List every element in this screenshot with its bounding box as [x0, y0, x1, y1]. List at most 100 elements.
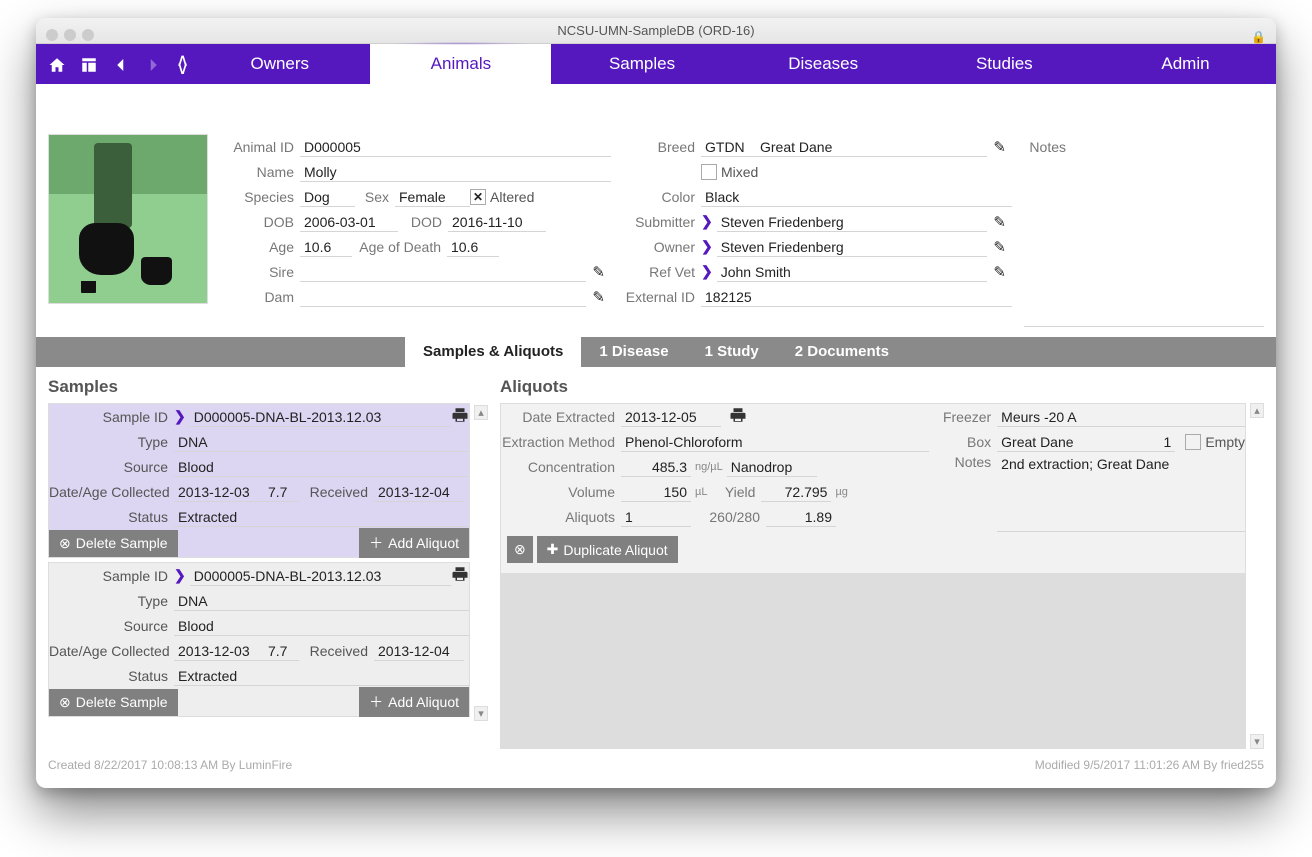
field-sire[interactable]: [300, 262, 586, 282]
nav-tab-admin[interactable]: Admin: [1095, 44, 1276, 84]
field-concentration[interactable]: 485.3: [621, 457, 691, 477]
field-sample-type[interactable]: DNA: [174, 591, 469, 611]
field-yield[interactable]: 72.795: [761, 482, 831, 502]
field-sample-received[interactable]: 2013-12-04: [374, 641, 464, 661]
subtab-1-study[interactable]: 1 Study: [687, 337, 777, 367]
home-icon[interactable]: [48, 54, 66, 75]
delete-aliquot-button[interactable]: ⊗: [507, 536, 533, 563]
nav-tab-studies[interactable]: Studies: [914, 44, 1095, 84]
field-freezer[interactable]: Meurs -20 A: [997, 407, 1245, 427]
print-icon[interactable]: [721, 406, 747, 427]
field-sample-source[interactable]: Blood: [174, 616, 469, 636]
field-aliquot-notes[interactable]: 2nd extraction; Great Dane: [997, 454, 1245, 532]
field-color[interactable]: Black: [701, 187, 1012, 207]
field-sample-type[interactable]: DNA: [174, 432, 469, 452]
delete-sample-button[interactable]: ⊗ Delete Sample: [49, 530, 178, 557]
animal-photo[interactable]: [48, 134, 208, 304]
field-age[interactable]: 10.6: [300, 237, 352, 257]
add-aliquot-button[interactable]: ＋ Add Aliquot: [359, 528, 469, 558]
field-submitter[interactable]: Steven Friedenberg: [717, 212, 988, 232]
field-sample-id[interactable]: D000005-DNA-BL-2013.12.03: [190, 566, 451, 586]
field-sample-id[interactable]: D000005-DNA-BL-2013.12.03: [190, 407, 451, 427]
chevron-right-icon[interactable]: ❯: [701, 213, 717, 230]
field-species[interactable]: Dog: [300, 187, 355, 207]
field-box-num[interactable]: 1: [1145, 432, 1175, 452]
chevron-right-icon[interactable]: ❯: [174, 567, 190, 584]
edit-icon[interactable]: ✎: [987, 138, 1012, 156]
field-externalid[interactable]: 182125: [701, 287, 1012, 307]
field-date-extracted[interactable]: 2013-12-05: [621, 407, 721, 427]
print-icon[interactable]: [451, 565, 469, 586]
nav-back-icon[interactable]: [112, 54, 130, 75]
field-volume[interactable]: 150: [621, 482, 691, 502]
nav-tab-samples[interactable]: Samples: [551, 44, 732, 84]
field-dod[interactable]: 2016-11-10: [448, 212, 546, 232]
field-breed-name[interactable]: Great Dane: [756, 137, 987, 157]
subtab-samples-aliquots[interactable]: Samples & Aliquots: [405, 337, 581, 367]
nav-tab-animals[interactable]: Animals: [370, 44, 551, 84]
aliquots-heading: Aliquots: [500, 377, 1264, 397]
field-ratio[interactable]: 1.89: [766, 507, 836, 527]
checkbox-mixed[interactable]: [701, 164, 717, 180]
chevron-right-icon[interactable]: ❯: [174, 408, 190, 425]
field-refvet[interactable]: John Smith: [717, 262, 988, 282]
window-title: NCSU-UMN-SampleDB (ORD-16): [557, 23, 754, 38]
label-yield: Yield: [711, 484, 761, 500]
layout-icon[interactable]: [80, 54, 98, 75]
chevron-right-icon[interactable]: ❯: [701, 263, 717, 280]
field-age-death[interactable]: 10.6: [447, 237, 499, 257]
main-navbar: ∧∨ OwnersAnimalsSamplesDiseasesStudiesAd…: [36, 44, 1276, 84]
nav-tab-diseases[interactable]: Diseases: [733, 44, 914, 84]
label-volume: Volume: [501, 484, 621, 500]
scroll-down-icon[interactable]: ▾: [474, 706, 488, 721]
field-animal-id[interactable]: D000005: [300, 137, 611, 157]
label-aliquots: Aliquots: [501, 509, 621, 525]
sub-tabs: Samples & Aliquots1 Disease1 Study2 Docu…: [36, 337, 1276, 367]
field-sample-received[interactable]: 2013-12-04: [374, 482, 464, 502]
plus-icon: ＋: [369, 533, 383, 553]
field-sample-collected[interactable]: 2013-12-03: [174, 641, 264, 661]
field-sex[interactable]: Female: [395, 187, 470, 207]
field-dob[interactable]: 2006-03-01: [300, 212, 398, 232]
scroll-up-icon[interactable]: ▴: [474, 405, 488, 420]
print-icon[interactable]: [451, 406, 469, 427]
edit-icon[interactable]: ✎: [987, 213, 1012, 231]
subtab-1-disease[interactable]: 1 Disease: [581, 337, 686, 367]
scroll-down-icon[interactable]: ▾: [1250, 734, 1264, 749]
duplicate-aliquot-button[interactable]: ✚Duplicate Aliquot: [537, 536, 678, 563]
label-concentration: Concentration: [501, 459, 621, 475]
scroll-up-icon[interactable]: ▴: [1250, 403, 1264, 418]
field-dam[interactable]: [300, 287, 586, 307]
field-sample-source[interactable]: Blood: [174, 457, 469, 477]
edit-icon[interactable]: ✎: [586, 288, 611, 306]
sample-card[interactable]: Sample ID❯D000005-DNA-BL-2013.12.03 Type…: [48, 562, 470, 717]
field-breed-code[interactable]: GTDN: [701, 137, 756, 157]
field-sample-status[interactable]: Extracted: [174, 507, 469, 527]
delete-sample-button[interactable]: ⊗ Delete Sample: [49, 689, 178, 716]
field-extraction-method[interactable]: Phenol-Chloroform: [621, 432, 929, 452]
checkbox-altered[interactable]: ✕: [470, 189, 486, 205]
edit-icon[interactable]: ✎: [586, 263, 611, 281]
add-aliquot-button[interactable]: ＋ Add Aliquot: [359, 687, 469, 717]
edit-icon[interactable]: ✎: [987, 238, 1012, 256]
field-sample-age[interactable]: 7.7: [264, 641, 299, 661]
nav-tab-owners[interactable]: Owners: [189, 44, 370, 84]
field-name[interactable]: Molly: [300, 162, 611, 182]
field-aliquots[interactable]: 1: [621, 507, 691, 527]
checkbox-empty[interactable]: [1185, 434, 1201, 450]
field-sample-status[interactable]: Extracted: [174, 666, 469, 686]
chevron-right-icon[interactable]: ❯: [701, 238, 717, 255]
field-box[interactable]: Great Dane: [997, 432, 1145, 452]
field-notes[interactable]: [1024, 159, 1264, 327]
close-circle-icon: ⊗: [59, 694, 71, 711]
field-sample-age[interactable]: 7.7: [264, 482, 299, 502]
field-owner[interactable]: Steven Friedenberg: [717, 237, 988, 257]
subtab-2-documents[interactable]: 2 Documents: [777, 337, 907, 367]
field-sample-collected[interactable]: 2013-12-03: [174, 482, 264, 502]
edit-icon[interactable]: ✎: [987, 263, 1012, 281]
window-traffic-lights[interactable]: [46, 24, 100, 50]
field-conc-method[interactable]: Nanodrop: [727, 457, 817, 477]
nav-forward-icon: [144, 54, 162, 75]
nav-updown-icon[interactable]: ∧∨: [176, 56, 189, 72]
sample-card[interactable]: Sample ID❯D000005-DNA-BL-2013.12.03 Type…: [48, 403, 470, 558]
